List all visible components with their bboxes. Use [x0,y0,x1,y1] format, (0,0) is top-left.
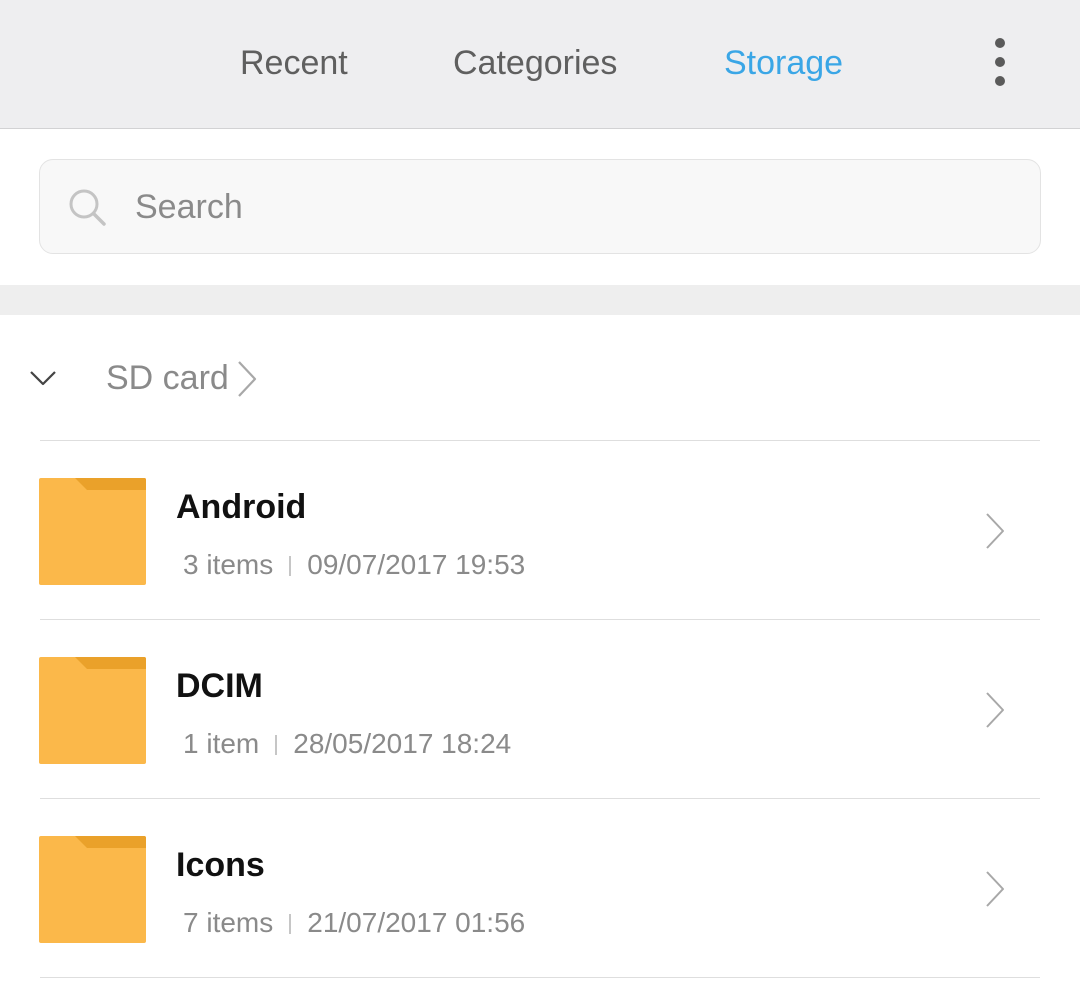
folder-item-count: 7 items [183,907,274,938]
tab-storage[interactable]: Storage [724,40,843,86]
folder-meta: 3 items 09/07/2017 19:53 [183,545,525,585]
search-section [0,130,1080,285]
more-vertical-icon [995,38,1005,48]
chevron-down-icon[interactable] [28,367,58,389]
folder-modified-date: 21/07/2017 01:56 [307,907,526,938]
meta-separator [289,556,292,576]
folder-modified-date: 09/07/2017 19:53 [307,549,526,580]
folder-item-count: 1 item [183,728,260,759]
more-options-button[interactable] [975,34,1025,90]
meta-separator [289,914,292,934]
search-bar[interactable] [39,159,1041,254]
folder-name: Android [176,488,307,526]
chevron-right-icon [986,513,1004,549]
tab-categories[interactable]: Categories [453,40,617,86]
breadcrumb: SD card [0,315,1080,440]
folder-row-android[interactable]: Android 3 items 09/07/2017 19:53 [0,441,1080,620]
breadcrumb-sd-card[interactable]: SD card [106,355,229,401]
folder-icon [39,478,146,585]
folder-row-dcim[interactable]: DCIM 1 item 28/05/2017 18:24 [0,620,1080,799]
search-input[interactable] [135,182,995,232]
folder-row-icons[interactable]: Icons 7 items 21/07/2017 01:56 [0,799,1080,978]
folder-modified-date: 28/05/2017 18:24 [293,728,512,759]
chevron-right-icon [238,361,257,397]
chevron-right-icon [986,692,1004,728]
folder-item-count: 3 items [183,549,274,580]
folder-name: Icons [176,846,265,884]
folder-meta: 1 item 28/05/2017 18:24 [183,724,511,764]
folder-icon [39,836,146,943]
folder-meta: 7 items 21/07/2017 01:56 [183,903,525,943]
tab-recent[interactable]: Recent [240,40,348,86]
chevron-right-icon [986,871,1004,907]
folder-icon [39,657,146,764]
list-divider [40,977,1040,978]
folder-name: DCIM [176,667,263,705]
top-tab-bar: Recent Categories Storage [0,0,1080,129]
meta-separator [275,735,278,755]
section-divider [0,285,1080,315]
search-icon [69,189,106,226]
